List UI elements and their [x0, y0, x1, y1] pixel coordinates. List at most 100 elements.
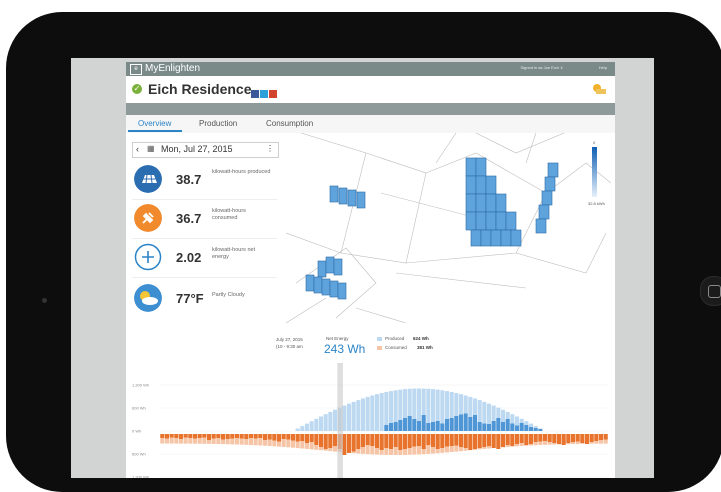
consumed-bar	[281, 434, 286, 439]
consumed-bar	[211, 434, 216, 439]
consumed-bar	[360, 434, 366, 447]
app-brand[interactable]: e MyEnlighten	[130, 62, 200, 76]
produced-envelope-bar	[295, 428, 300, 431]
facebook-icon[interactable]	[251, 90, 259, 98]
stat-consumed: 36.7 kilowatt-hours consumed	[132, 200, 277, 239]
consumed-bar	[323, 434, 328, 449]
consumed-bar	[566, 434, 571, 443]
produced-bar	[412, 419, 417, 431]
produced-envelope-bar	[346, 403, 352, 431]
produced-envelope-bar	[379, 393, 384, 431]
produced-bar	[388, 423, 394, 431]
consumed-bar	[440, 434, 445, 448]
consumed-bar	[374, 434, 380, 448]
consumed-bar	[570, 434, 576, 442]
produced-bar	[454, 416, 459, 431]
consumed-bar	[538, 434, 543, 442]
home-button[interactable]	[700, 276, 721, 306]
energy-chart-svg: 1,200 Wh 600 Wh 0 Wh 600 Wh 1,200 Wh	[132, 363, 608, 478]
consumed-bar	[234, 434, 240, 438]
consumed-bar	[556, 434, 562, 444]
consumed-bar	[603, 434, 608, 440]
produced-bar	[524, 425, 529, 431]
produced-envelope-bar	[328, 411, 333, 431]
calendar-icon[interactable]: ▦	[147, 144, 155, 153]
current-date: Mon, Jul 27, 2015	[161, 144, 233, 154]
time-cursor[interactable]	[337, 363, 343, 478]
consumed-bar	[220, 434, 226, 440]
consumed-bar	[216, 434, 221, 438]
produced-bar	[514, 425, 520, 431]
produced-bar	[472, 415, 478, 431]
consumed-bar	[444, 434, 450, 447]
consumed-bar	[547, 434, 552, 442]
consumed-bar	[472, 434, 478, 449]
y-tick-label: 1,200 Wh	[132, 383, 149, 388]
google-plus-icon[interactable]	[269, 90, 277, 98]
produced-bar	[435, 421, 440, 431]
consumed-bar	[552, 434, 557, 443]
consumed-bar	[468, 434, 473, 450]
signed-in-menu[interactable]: Signed in as Joe Eich ∨	[520, 65, 563, 70]
consumed-bar	[230, 434, 235, 439]
consumed-bar	[435, 434, 440, 449]
consumed-bar	[267, 434, 272, 440]
consumed-bar	[370, 434, 375, 446]
consumed-bar	[202, 434, 207, 438]
main-content: ‹ ▦ Mon, Jul 27, 2015 ⋮ 38.7 kilowatt-ho…	[126, 133, 615, 478]
consumed-bar	[594, 434, 599, 441]
produced-unit: kilowatt-hours produced	[212, 169, 271, 175]
consumed-bar	[491, 434, 496, 448]
consumed-bar	[533, 434, 538, 442]
consumed-bar	[463, 434, 468, 448]
produced-bar	[477, 422, 482, 431]
produced-envelope-bar	[332, 409, 338, 431]
tab-bar: Overview Production Consumption	[126, 115, 615, 134]
consumed-bar	[388, 434, 394, 449]
consumed-bar	[346, 434, 352, 453]
consumed-bar	[272, 434, 277, 441]
consumed-bar	[519, 434, 524, 443]
produced-bar	[430, 422, 436, 431]
consumed-bar	[505, 434, 510, 445]
consumed-bar	[393, 434, 398, 447]
page-title: Eich Residence	[148, 81, 252, 97]
consumed-bar	[402, 434, 408, 449]
tab-consumption[interactable]: Consumption	[266, 119, 313, 128]
enphase-logo-icon: e	[130, 64, 142, 75]
consumed-bar	[510, 434, 515, 446]
net-energy-value: 243 Wh	[324, 342, 366, 356]
consumed-bar	[286, 434, 291, 440]
more-options-button[interactable]: ⋮	[266, 144, 274, 153]
produced-envelope-bar	[356, 400, 361, 431]
twitter-icon[interactable]	[260, 90, 268, 98]
status-ok-icon: ✓	[132, 84, 142, 94]
produced-legend-label: Produced	[385, 336, 405, 341]
tab-overview[interactable]: Overview	[138, 119, 171, 128]
plug-icon	[134, 204, 162, 232]
consumed-bar	[160, 434, 165, 438]
produced-envelope-bar	[323, 414, 328, 431]
consumed-bar	[300, 434, 305, 441]
consumed-bar	[528, 434, 534, 444]
consumed-unit: kilowatt-hours consumed	[212, 208, 246, 221]
produced-bar	[458, 414, 464, 431]
consumed-bar	[262, 434, 268, 440]
tab-production[interactable]: Production	[199, 119, 237, 128]
produced-envelope-bar	[314, 418, 319, 431]
produced-bar	[533, 428, 538, 431]
consumed-bar	[318, 434, 324, 447]
consumed-value: 36.7	[176, 211, 202, 226]
consumed-bar	[174, 434, 179, 438]
header-divider	[126, 103, 615, 115]
prev-day-button[interactable]: ‹	[136, 144, 139, 154]
help-link[interactable]: Help	[599, 65, 607, 70]
energy-chart[interactable]: 1,200 Wh 600 Wh 0 Wh 600 Wh 1,200 Wh	[126, 363, 615, 478]
produced-bar	[510, 423, 515, 431]
net-value: 2.02	[176, 250, 202, 265]
consumed-bar	[412, 434, 417, 447]
date-picker[interactable]: ‹ ▦ Mon, Jul 27, 2015 ⋮	[132, 142, 279, 158]
consumed-bar	[304, 434, 310, 443]
consumed-bar	[426, 434, 431, 445]
array-map[interactable]: 0 32.8 kWh	[286, 133, 613, 323]
